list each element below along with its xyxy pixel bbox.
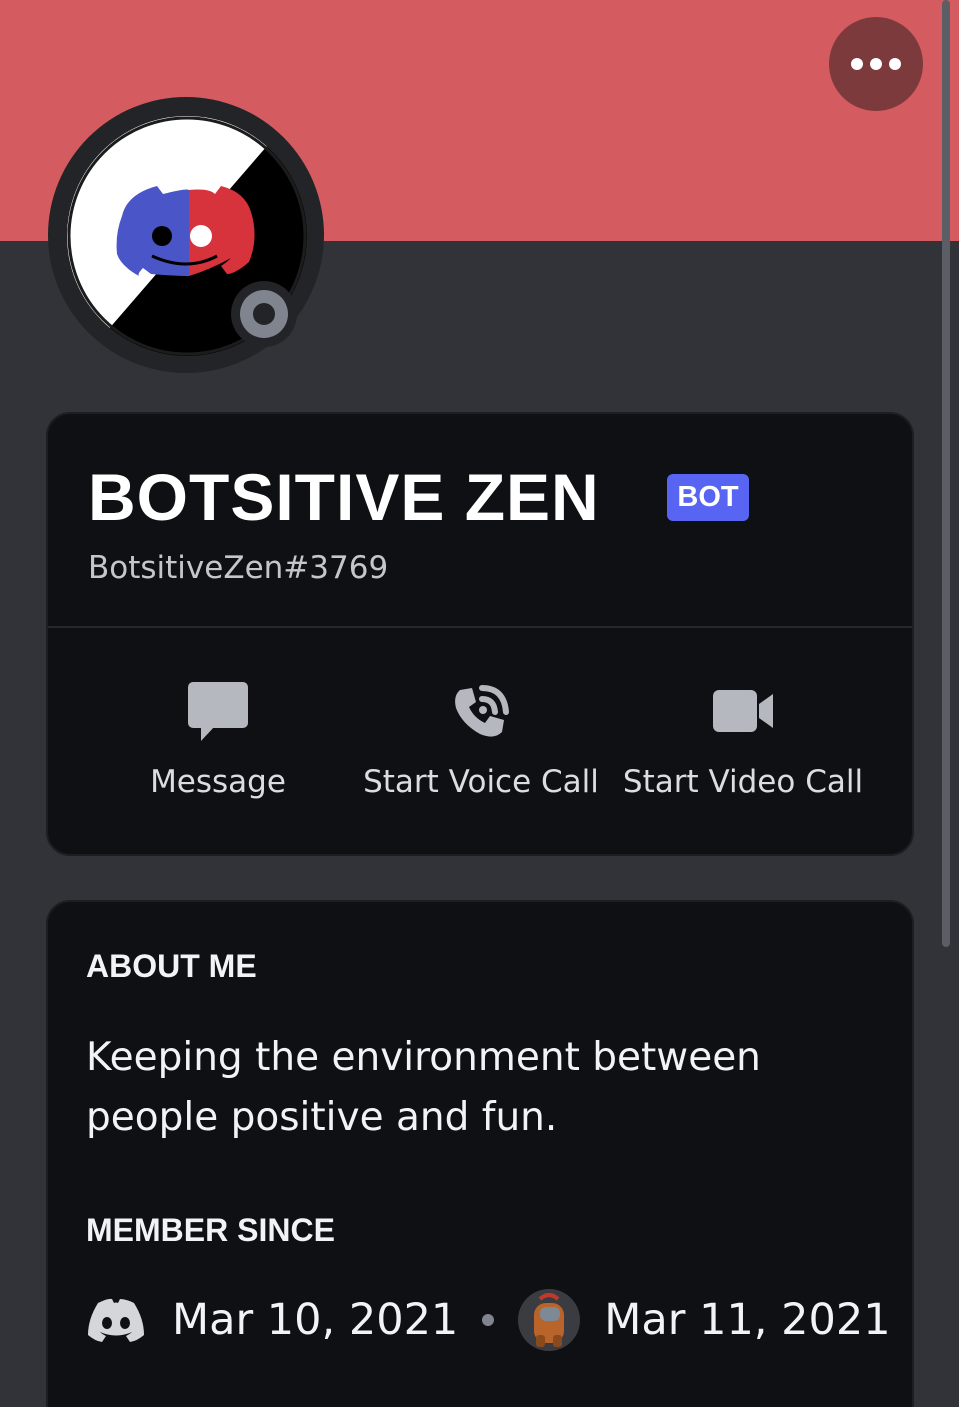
discord-logo-icon [88, 1298, 144, 1342]
server-avatar-graphic [518, 1289, 581, 1351]
bot-badge: BOT [667, 474, 749, 521]
phone-call-icon [455, 685, 509, 737]
start-voice-call-label: Start Voice Call [363, 764, 599, 800]
server-avatar-icon[interactable] [518, 1289, 581, 1351]
message-bubble-icon [188, 682, 248, 741]
about-card: ABOUT ME Keeping the environment between… [46, 900, 914, 1407]
more-options-button[interactable] [829, 17, 923, 111]
member-since-heading: MEMBER SINCE [86, 1212, 335, 1248]
discord-member-since-date: Mar 10, 2021 [172, 1295, 459, 1345]
scrollbar[interactable] [942, 0, 950, 947]
more-horizontal-icon [851, 58, 863, 70]
about-me-heading: ABOUT ME [86, 948, 257, 984]
divider [48, 626, 912, 628]
status-hole [253, 303, 275, 325]
start-video-call-label: Start Video Call [622, 764, 864, 800]
message-label: Message [150, 764, 286, 800]
more-dot [870, 58, 882, 70]
display-name: BOTSITIVE ZEN [88, 460, 600, 534]
start-video-call-button[interactable]: Start Video Call [618, 676, 868, 816]
message-button[interactable]: Message [138, 676, 298, 816]
profile-card: BOTSITIVE ZEN BOT BotsitiveZen#3769 Mess… [46, 412, 914, 856]
server-member-since-date: Mar 11, 2021 [604, 1295, 891, 1345]
username[interactable]: BotsitiveZen#3769 [88, 550, 388, 586]
about-me-text: Keeping the environment between people p… [86, 1035, 761, 1140]
separator-dot [482, 1314, 495, 1326]
video-camera-icon [713, 690, 773, 732]
status-indicator [231, 281, 297, 347]
more-dot [889, 58, 901, 70]
member-since-row: Mar 10, 2021 Mar 11, 2021 [86, 1285, 891, 1355]
offline-status-icon [240, 290, 288, 338]
start-voice-call-button[interactable]: Start Voice Call [356, 676, 606, 816]
